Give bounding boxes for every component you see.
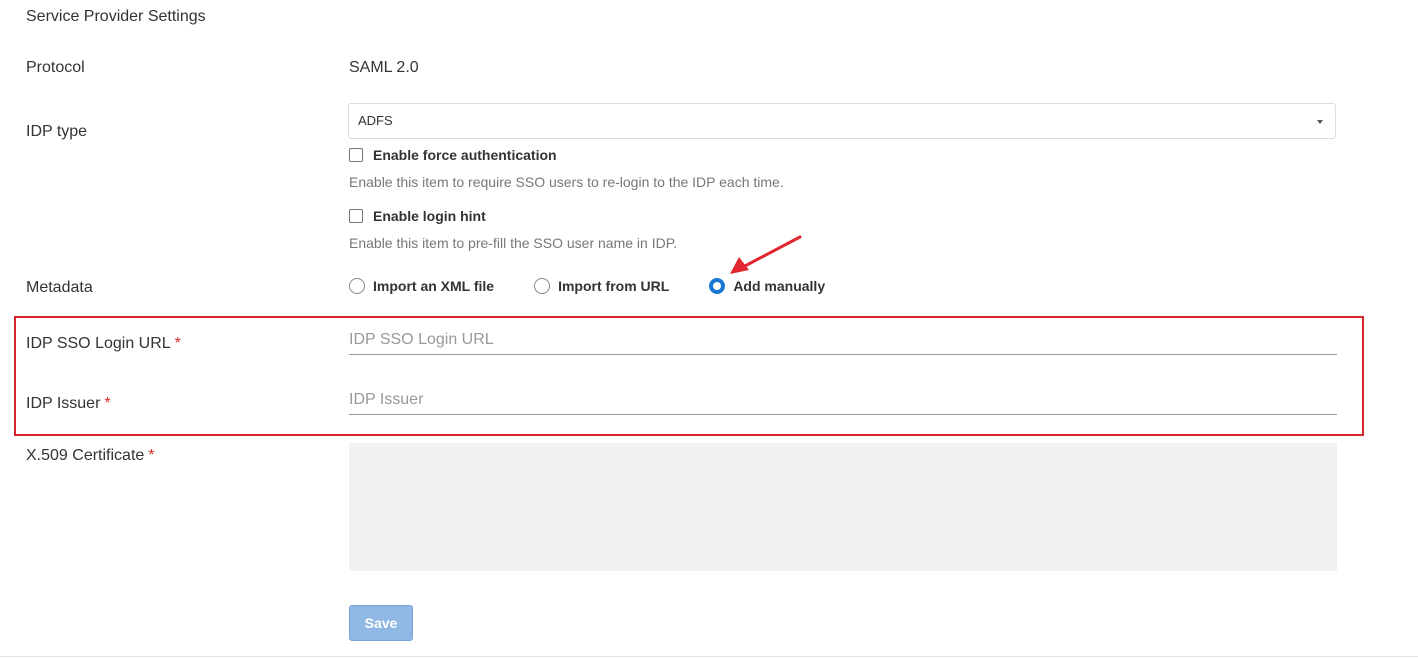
certificate-label: X.509 Certificate * (26, 447, 155, 465)
idp-issuer-label: IDP Issuer * (26, 395, 111, 413)
divider (0, 656, 1418, 657)
idp-issuer-label-text: IDP Issuer (26, 395, 101, 412)
login-hint-label: Enable login hint (373, 208, 486, 224)
certificate-textarea[interactable] (349, 443, 1337, 571)
radio-manual-label: Add manually (733, 278, 826, 294)
sso-login-url-input[interactable] (349, 325, 1337, 355)
radio-xml[interactable] (349, 278, 365, 294)
radio-manual[interactable] (709, 278, 726, 294)
login-hint-checkbox[interactable] (349, 209, 363, 223)
radio-xml-label: Import an XML file (373, 278, 495, 294)
section-title: Service Provider Settings (26, 8, 206, 25)
sso-login-url-label-text: IDP SSO Login URL (26, 335, 171, 352)
radio-url[interactable] (534, 278, 551, 294)
metadata-label: Metadata (26, 279, 93, 296)
radio-option-manual[interactable]: Add manually (709, 278, 825, 294)
caret-down-icon (1317, 120, 1323, 124)
protocol-value: SAML 2.0 (349, 59, 419, 76)
save-button[interactable]: Save (349, 605, 413, 641)
sso-login-url-label: IDP SSO Login URL * (26, 335, 181, 353)
certificate-label-text: X.509 Certificate (26, 447, 145, 464)
force-auth-help: Enable this item to require SSO users to… (349, 174, 784, 190)
force-auth-checkbox[interactable] (349, 148, 363, 162)
required-mark: * (148, 447, 155, 464)
idp-type-select[interactable]: ADFS (348, 103, 1336, 139)
force-auth-label: Enable force authentication (373, 147, 557, 163)
login-hint-option[interactable]: Enable login hint (349, 208, 486, 224)
idp-issuer-input[interactable] (349, 385, 1337, 415)
radio-url-label: Import from URL (558, 278, 670, 294)
force-auth-option[interactable]: Enable force authentication (349, 147, 557, 163)
metadata-radio-group: Import an XML file Import from URL Add m… (349, 278, 865, 294)
required-mark: * (174, 335, 181, 352)
idp-type-label: IDP type (26, 123, 88, 140)
idp-type-selected-value: ADFS (358, 113, 393, 128)
annotation-arrow-icon (730, 235, 802, 274)
radio-option-url[interactable]: Import from URL (534, 278, 669, 294)
login-hint-help: Enable this item to pre-fill the SSO use… (349, 235, 678, 251)
required-mark: * (104, 395, 111, 412)
protocol-label: Protocol (26, 59, 85, 76)
radio-option-xml[interactable]: Import an XML file (349, 278, 494, 294)
